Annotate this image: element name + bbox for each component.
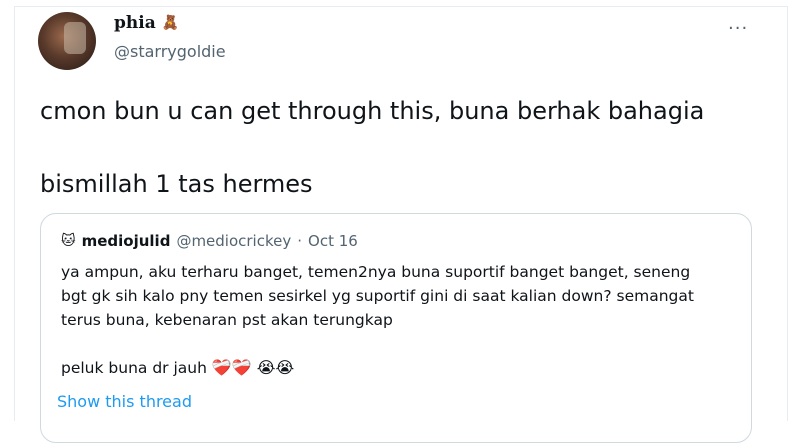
separator-dot: · (297, 232, 303, 250)
quoted-avatar-icon: 🐱 (61, 233, 76, 249)
quoted-tweet-body: ya ampun, aku terharu banget, temen2nya … (61, 260, 741, 380)
more-options-icon[interactable]: ··· (728, 18, 748, 39)
tweet-text-line-1: cmon bun u can get through this, buna be… (40, 97, 705, 125)
quoted-date: Oct 16 (308, 232, 358, 250)
author-name[interactable]: phia (114, 13, 156, 33)
quoted-author-name: mediojulid (81, 232, 171, 250)
teddy-bear-icon: 🧸 (161, 15, 180, 31)
show-thread-link[interactable]: Show this thread (57, 392, 192, 411)
author-handle[interactable]: @starrygoldie (114, 42, 226, 61)
quoted-last-line: peluk buna dr jauh ❤️‍🩹❤️‍🩹 😭😭 (61, 356, 741, 380)
quoted-line: terus buna, kebenaran pst akan terungkap (61, 311, 393, 329)
quoted-tweet[interactable]: 🐱 mediojulid @mediocrickey · Oct 16 ya a… (40, 213, 752, 443)
quoted-author-handle: @mediocrickey (176, 232, 292, 250)
author-name-row: phia 🧸 (114, 13, 179, 33)
author-avatar[interactable] (38, 12, 96, 70)
quoted-tweet-header: 🐱 mediojulid @mediocrickey · Oct 16 (61, 232, 358, 250)
quoted-line: bgt gk sih kalo pny temen sesirkel yg su… (61, 287, 694, 305)
quoted-line: ya ampun, aku terharu banget, temen2nya … (61, 263, 691, 281)
quoted-last-line-text: peluk buna dr jauh (61, 359, 212, 377)
tweet-text-line-2: bismillah 1 tas hermes (40, 170, 313, 198)
emoji-group: ❤️‍🩹❤️‍🩹 😭😭 (211, 358, 295, 377)
